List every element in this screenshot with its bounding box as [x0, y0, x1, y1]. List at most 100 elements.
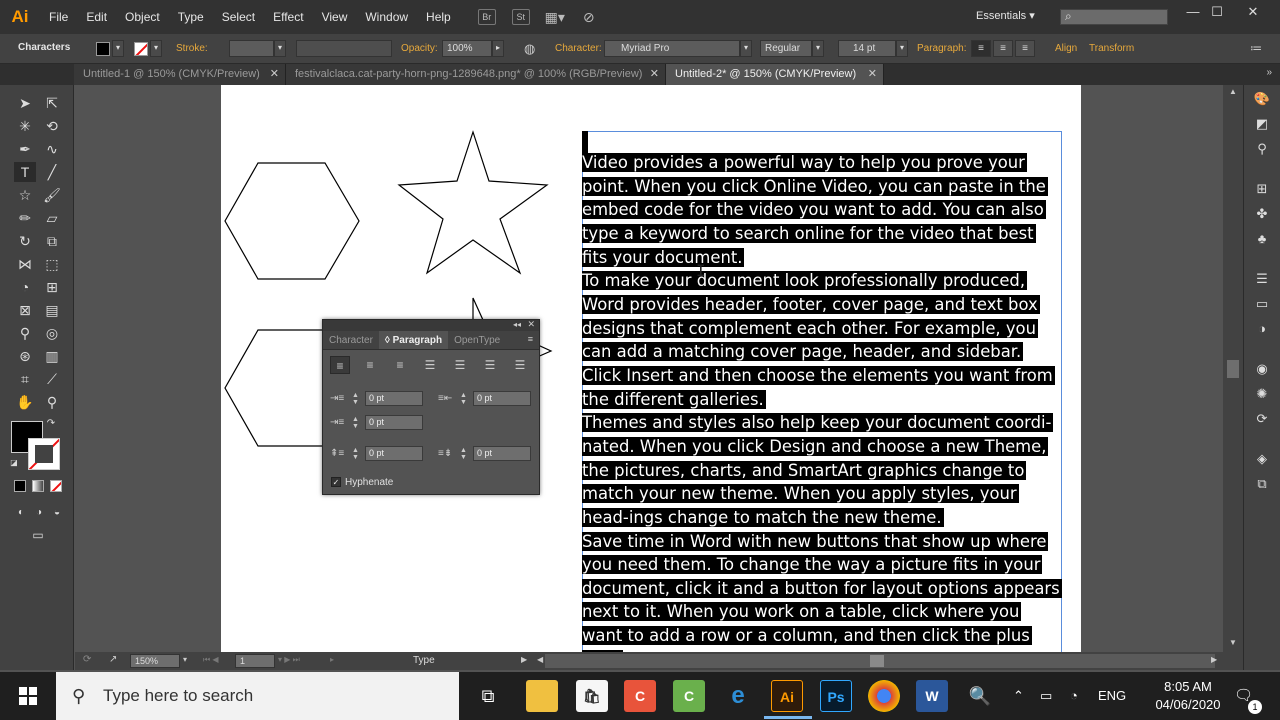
space-after-stepper[interactable]: ▲ ▼ — [460, 447, 467, 461]
color-mode-icon[interactable] — [14, 480, 26, 492]
align-link[interactable]: Align — [1055, 43, 1077, 54]
symbol-sprayer-tool-icon[interactable]: ⊛ — [14, 346, 36, 366]
justify-left-icon[interactable]: ☰ — [420, 356, 440, 374]
maximize-icon[interactable]: ☐ — [1202, 4, 1232, 20]
arrange-documents-icon[interactable]: ▦▾ — [545, 9, 565, 25]
language-indicator[interactable]: ENG — [1098, 672, 1126, 720]
vertical-scroll-thumb[interactable] — [1227, 360, 1239, 378]
first-artboard-icon[interactable]: ⏮ ◀ — [203, 655, 219, 665]
first-line-indent-stepper[interactable]: ▲ ▼ — [352, 416, 359, 430]
tab-close-icon[interactable]: ✕ — [650, 64, 659, 85]
zoom-dropdown-icon[interactable]: ▾ — [183, 655, 187, 664]
left-indent-stepper[interactable]: ▲ ▼ — [352, 392, 359, 406]
opacity-label[interactable]: Opacity: — [401, 43, 438, 54]
layers-icon[interactable]: ◈ — [1252, 451, 1272, 469]
selection-tool-icon[interactable]: ➤ — [14, 93, 36, 113]
system-clock[interactable]: 8:05 AM 04/06/2020 — [1148, 678, 1228, 714]
appearance-icon[interactable]: ◉ — [1252, 361, 1272, 379]
brushes-icon[interactable]: ✤ — [1252, 206, 1272, 224]
color-guide-icon[interactable]: ◩ — [1252, 116, 1272, 134]
curvature-tool-icon[interactable]: ∿ — [41, 139, 63, 159]
space-after-field[interactable]: 0 pt — [473, 446, 531, 461]
edge-icon[interactable]: e — [722, 680, 754, 712]
font-size-dropdown-icon[interactable]: ▾ — [896, 40, 908, 57]
task-view-icon[interactable]: ⧉ — [472, 680, 504, 712]
tab-opentype[interactable]: OpenType — [448, 331, 506, 349]
direct-selection-tool-icon[interactable]: ⇱ — [41, 93, 63, 113]
menu-window[interactable]: Window — [356, 0, 417, 34]
tabs-overflow-icon[interactable]: » — [1266, 67, 1272, 78]
align-center-icon[interactable]: ≡ — [993, 40, 1013, 57]
character-label[interactable]: Character: — [555, 43, 602, 54]
word-taskbar-icon[interactable]: W — [916, 680, 948, 712]
eyedropper-tool-icon[interactable]: ⚲ — [14, 323, 36, 343]
gpu-icon[interactable]: ↗ — [109, 654, 117, 665]
opacity-field[interactable]: 100% — [442, 40, 492, 57]
first-line-indent-field[interactable]: 0 pt — [365, 415, 423, 430]
slice-tool-icon[interactable]: ⟋ — [41, 369, 63, 389]
justify-center-icon[interactable]: ☰ — [450, 356, 470, 374]
canvas-area[interactable]: Video provides a powerful way to help yo… — [75, 85, 1223, 652]
artboards-icon[interactable]: ⧉ — [1252, 476, 1272, 494]
free-transform-tool-icon[interactable]: ⬚ — [41, 254, 63, 274]
horizontal-scrollbar[interactable] — [545, 654, 1215, 668]
stroke-weight-dropdown-icon[interactable]: ▾ — [274, 40, 286, 57]
paintbrush-tool-icon[interactable]: 🖌 — [41, 185, 63, 205]
align-center-icon[interactable]: ≡ — [360, 356, 380, 374]
gradient-panel-icon[interactable]: ▭ — [1252, 296, 1272, 314]
paragraph-label[interactable]: Paragraph: — [917, 43, 966, 54]
area-text[interactable]: Video provides a powerful way to help yo… — [582, 151, 1062, 652]
perspective-grid-tool-icon[interactable]: ⊞ — [41, 277, 63, 297]
tab-close-icon[interactable]: ✕ — [868, 64, 877, 85]
menu-select[interactable]: Select — [213, 0, 264, 34]
artboard-number-field[interactable]: 1 — [235, 654, 275, 668]
store-icon[interactable]: 🛍 — [576, 680, 608, 712]
font-style-field[interactable]: Regular — [760, 40, 812, 57]
pencil-tool-icon[interactable]: ✏ — [14, 208, 36, 228]
wifi-icon[interactable]: ◔ — [1070, 672, 1078, 720]
stock-icon[interactable]: St — [511, 9, 530, 25]
bridge-icon[interactable]: Br — [477, 9, 496, 25]
menu-object[interactable]: Object — [116, 0, 169, 34]
panel-menu-icon[interactable]: ≡ — [528, 334, 533, 344]
transform-link[interactable]: Transform — [1089, 43, 1134, 54]
paragraph-panel[interactable]: ◂◂ ✕ Character ◊ Paragraph OpenType ≡ ≡ … — [322, 319, 540, 495]
screen-mode-icon[interactable]: ▭ — [27, 525, 49, 545]
taskbar-search-box[interactable]: ⚲ Type here to search — [56, 672, 459, 720]
recolor-icon[interactable]: ◍ — [524, 41, 535, 57]
hyphenate-checkbox[interactable]: ✓ — [331, 477, 341, 487]
menu-file[interactable]: File — [40, 0, 77, 34]
blend-tool-icon[interactable]: ◎ — [41, 323, 63, 343]
scroll-left-icon[interactable]: ◀ — [537, 655, 543, 664]
show-hidden-icons[interactable]: ⌃ — [1013, 672, 1024, 720]
stroke-weight-field[interactable] — [229, 40, 274, 57]
horizontal-scroll-thumb[interactable] — [870, 655, 884, 667]
fill-swatch[interactable] — [96, 42, 110, 56]
font-family-dropdown-icon[interactable]: ▾ — [740, 40, 752, 57]
menu-edit[interactable]: Edit — [77, 0, 116, 34]
right-indent-field[interactable]: 0 pt — [473, 391, 531, 406]
pen-tool-icon[interactable]: ✒ — [14, 139, 36, 159]
eraser-tool-icon[interactable]: ▱ — [41, 208, 63, 228]
status-menu-icon[interactable]: ▶ — [521, 655, 527, 664]
font-style-dropdown-icon[interactable]: ▾ — [812, 40, 824, 57]
brush-definition-field[interactable] — [296, 40, 392, 57]
space-before-stepper[interactable]: ▲ ▼ — [352, 447, 359, 461]
align-left-icon[interactable]: ≡ — [330, 356, 350, 374]
camtasia-icon[interactable]: C — [624, 680, 656, 712]
chrome-icon[interactable] — [868, 680, 900, 712]
draw-inside-icon[interactable]: ◒ — [46, 503, 68, 523]
zoom-tool-icon[interactable]: ⚲ — [41, 392, 63, 412]
stroke-panel-icon[interactable]: ☰ — [1252, 271, 1272, 289]
default-colors-icon[interactable]: ◪ — [8, 457, 20, 469]
hand-tool-icon[interactable]: ✋ — [14, 392, 36, 412]
battery-icon[interactable]: ▭ — [1040, 672, 1052, 720]
menu-type[interactable]: Type — [169, 0, 213, 34]
gradient-tool-icon[interactable]: ▤ — [41, 300, 63, 320]
type-tool-icon[interactable]: T — [14, 162, 36, 182]
close-icon[interactable]: ✕ — [1238, 4, 1268, 20]
align-right-icon[interactable]: ≡ — [1015, 40, 1035, 57]
symbols-icon[interactable]: ♣ — [1252, 231, 1272, 249]
left-indent-field[interactable]: 0 pt — [365, 391, 423, 406]
shape-builder-tool-icon[interactable]: ◔ — [14, 277, 36, 297]
